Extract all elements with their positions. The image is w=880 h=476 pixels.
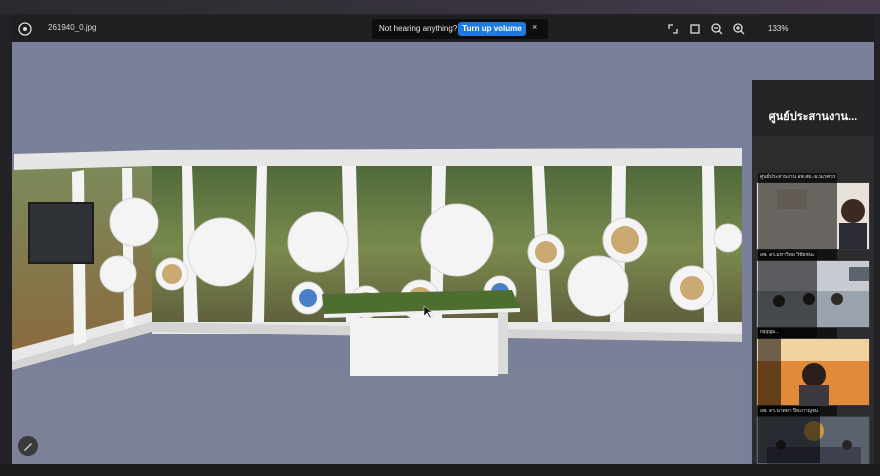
edit-button[interactable] [18, 436, 38, 456]
expand-icon[interactable] [666, 22, 680, 36]
turn-up-volume-button[interactable]: Turn up volume [458, 22, 526, 36]
volume-notice: Not hearing anything? Turn up volume × [372, 19, 548, 39]
zoom-out-icon[interactable] [710, 22, 724, 36]
participant-name: อพ. ดร.นาตยา ปิยะกาญจน [758, 407, 821, 463]
zoom-level: 133% [768, 24, 789, 33]
zoom-in-icon[interactable] [732, 22, 746, 36]
image-canvas: ศูนย์ประสานงาน... ศูนย์ประสานงาน อพ.สธ.-… [12, 42, 874, 476]
taskbar [0, 464, 880, 476]
exhibition-booth-image [12, 42, 742, 376]
screen: 261940_0.jpg Not hearing anything? Turn … [0, 0, 880, 476]
photos-app-icon[interactable] [18, 22, 32, 36]
top-strip [0, 0, 880, 14]
fit-screen-icon[interactable] [688, 22, 702, 36]
meeting-title: ศูนย์ประสานงาน... [752, 80, 874, 136]
close-icon[interactable]: × [532, 22, 537, 32]
photo-viewer-toolbar: 261940_0.jpg Not hearing anything? Turn … [12, 16, 874, 42]
meeting-participants-panel: ศูนย์ประสานงาน... ศูนย์ประสานงาน อพ.สธ.-… [752, 80, 874, 476]
notice-text: Not hearing anything? [379, 24, 458, 33]
file-name: 261940_0.jpg [48, 23, 97, 32]
pencil-icon [24, 443, 32, 451]
